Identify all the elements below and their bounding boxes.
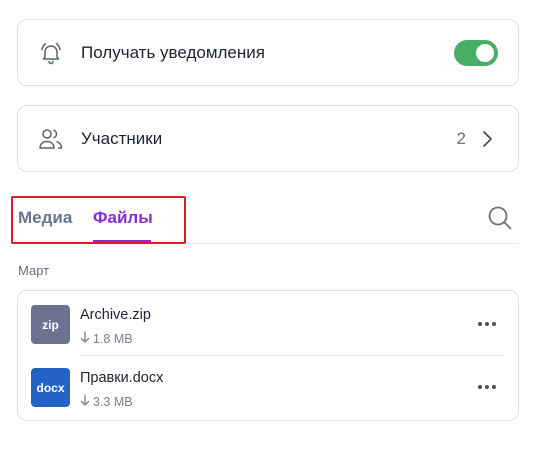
participants-count: 2 bbox=[456, 128, 466, 148]
more-options-icon[interactable] bbox=[478, 378, 496, 396]
notifications-toggle[interactable] bbox=[454, 39, 498, 66]
file-size-value: 3.3 MB bbox=[93, 394, 133, 409]
users-icon bbox=[38, 126, 64, 152]
month-section-label: Март bbox=[18, 263, 50, 278]
participants-label: Участники bbox=[81, 128, 163, 148]
file-size: 1.8 MB bbox=[80, 331, 133, 346]
file-type-thumbnail: zip bbox=[31, 305, 70, 344]
file-row[interactable]: docx Правки.docx 3.3 MB bbox=[18, 356, 518, 418]
toggle-knob bbox=[476, 43, 494, 62]
bell-icon bbox=[38, 40, 64, 66]
tabs-highlight-box bbox=[11, 196, 186, 244]
notifications-label: Получать уведомления bbox=[81, 42, 265, 62]
search-icon[interactable] bbox=[487, 205, 513, 231]
file-name: Правки.docx bbox=[80, 370, 164, 386]
file-size-value: 1.8 MB bbox=[93, 331, 133, 346]
download-arrow-icon bbox=[80, 331, 90, 346]
file-type-thumbnail: docx bbox=[31, 368, 70, 407]
chevron-right-icon bbox=[480, 130, 494, 148]
file-size: 3.3 MB bbox=[80, 394, 133, 409]
files-list: zip Archive.zip 1.8 MB docx Правки.docx … bbox=[17, 290, 519, 421]
participants-row[interactable]: Участники 2 bbox=[17, 105, 519, 172]
notifications-card: Получать уведомления bbox=[17, 19, 519, 86]
file-name: Archive.zip bbox=[80, 307, 151, 323]
more-options-icon[interactable] bbox=[478, 315, 496, 333]
file-row[interactable]: zip Archive.zip 1.8 MB bbox=[18, 293, 518, 355]
download-arrow-icon bbox=[80, 394, 90, 409]
